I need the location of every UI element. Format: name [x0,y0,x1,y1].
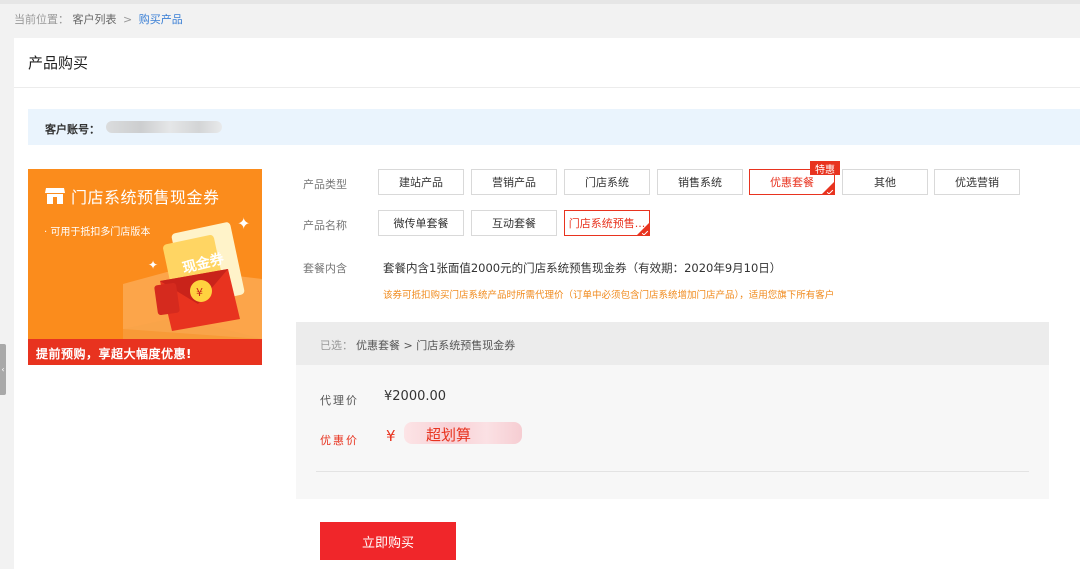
option-label: 其他 [874,176,896,189]
product-type-option-site[interactable]: 建站产品 [378,169,464,195]
option-label: 销售系统 [678,176,722,189]
package-label: 套餐内含 [303,262,347,275]
main-panel: 产品购买 客户账号： ¥ ✦ ✦ 门店系统预售现金券 · 可用于抵扣多门店版本 … [14,38,1080,569]
account-bar: 客户账号： [28,109,1080,145]
banner-bottom-text: 提前预购，享超大幅度优惠! [36,347,192,361]
title-divider [14,87,1080,88]
banner-subtitle: · 可用于抵扣多门店版本 [44,227,151,238]
product-type-option-marketing[interactable]: 营销产品 [471,169,557,195]
top-border [0,0,1080,4]
selected-path: 优惠套餐 > 门店系统预售现金券 [356,339,516,352]
product-type-option-store[interactable]: 门店系统 [564,169,650,195]
order-summary: 已选： 优惠套餐 > 门店系统预售现金券 代理价 ¥2000.00 优惠价 ¥ … [296,322,1049,499]
product-name-option-store-presale[interactable]: 门店系统预售... [564,210,650,236]
store-icon [45,188,65,204]
option-label: 建站产品 [399,176,443,189]
promo-banner: ¥ ✦ ✦ 门店系统预售现金券 · 可用于抵扣多门店版本 现金券 提前预购，享超… [28,169,262,365]
breadcrumb-separator: > [123,13,133,26]
account-value-redacted [106,121,222,133]
product-type-label: 产品类型 [303,178,347,191]
account-label: 客户账号： [45,123,100,136]
option-label: 优选营销 [955,176,999,189]
product-type-option-preferred-marketing[interactable]: 优选营销 [934,169,1020,195]
chevron-left-icon: ‹ [1,365,5,374]
product-name-option-flyer[interactable]: 微传单套餐 [378,210,464,236]
summary-header: 已选： 优惠套餐 > 门店系统预售现金券 [296,322,1049,365]
breadcrumb-prefix: 当前位置： [14,13,69,26]
summary-divider [316,471,1029,472]
svg-text:¥: ¥ [196,286,203,299]
product-type-option-sales[interactable]: 销售系统 [657,169,743,195]
breadcrumb-link-customer-list[interactable]: 客户列表 [73,13,117,26]
breadcrumb: 当前位置： 客户列表 > 购买产品 [14,11,183,27]
svg-text:✦: ✦ [237,214,250,233]
product-name-option-interactive[interactable]: 互动套餐 [471,210,557,236]
package-notice: 该券可抵扣购买门店系统产品时所需代理价（订单中必须包含门店系统增加门店产品），适… [383,290,835,301]
breadcrumb-current[interactable]: 购买产品 [139,13,183,26]
banner-bottom-strip: 提前预购，享超大幅度优惠! [28,339,262,365]
option-label: 营销产品 [492,176,536,189]
selected-label: 已选： [320,339,353,352]
option-label: 门店系统 [585,176,629,189]
page-title: 产品购买 [28,54,89,72]
agent-price-label: 代理价 [320,394,359,407]
product-type-option-other[interactable]: 其他 [842,169,928,195]
promo-price-text: 超划算 [426,426,472,444]
product-name-label: 产品名称 [303,219,347,232]
svg-text:✦: ✦ [148,258,158,272]
agent-price-value: ¥2000.00 [384,389,447,404]
package-content: 套餐内含1张面值2000元的门店系统预售现金券（有效期：2020年9月10日） [383,261,782,275]
buy-now-button[interactable]: 立即购买 [320,522,456,560]
special-offer-badge: 特惠 [810,161,840,176]
option-label: 优惠套餐 [770,176,814,189]
banner-title: 门店系统预售现金券 [71,188,220,207]
option-label: 微传单套餐 [393,217,449,230]
option-label: 互动套餐 [492,217,536,230]
option-label: 门店系统预售... [568,217,646,230]
promo-currency: ¥ [386,427,396,445]
sidebar-collapse-handle[interactable]: ‹ [0,344,6,395]
promo-price-label: 优惠价 [320,434,359,447]
